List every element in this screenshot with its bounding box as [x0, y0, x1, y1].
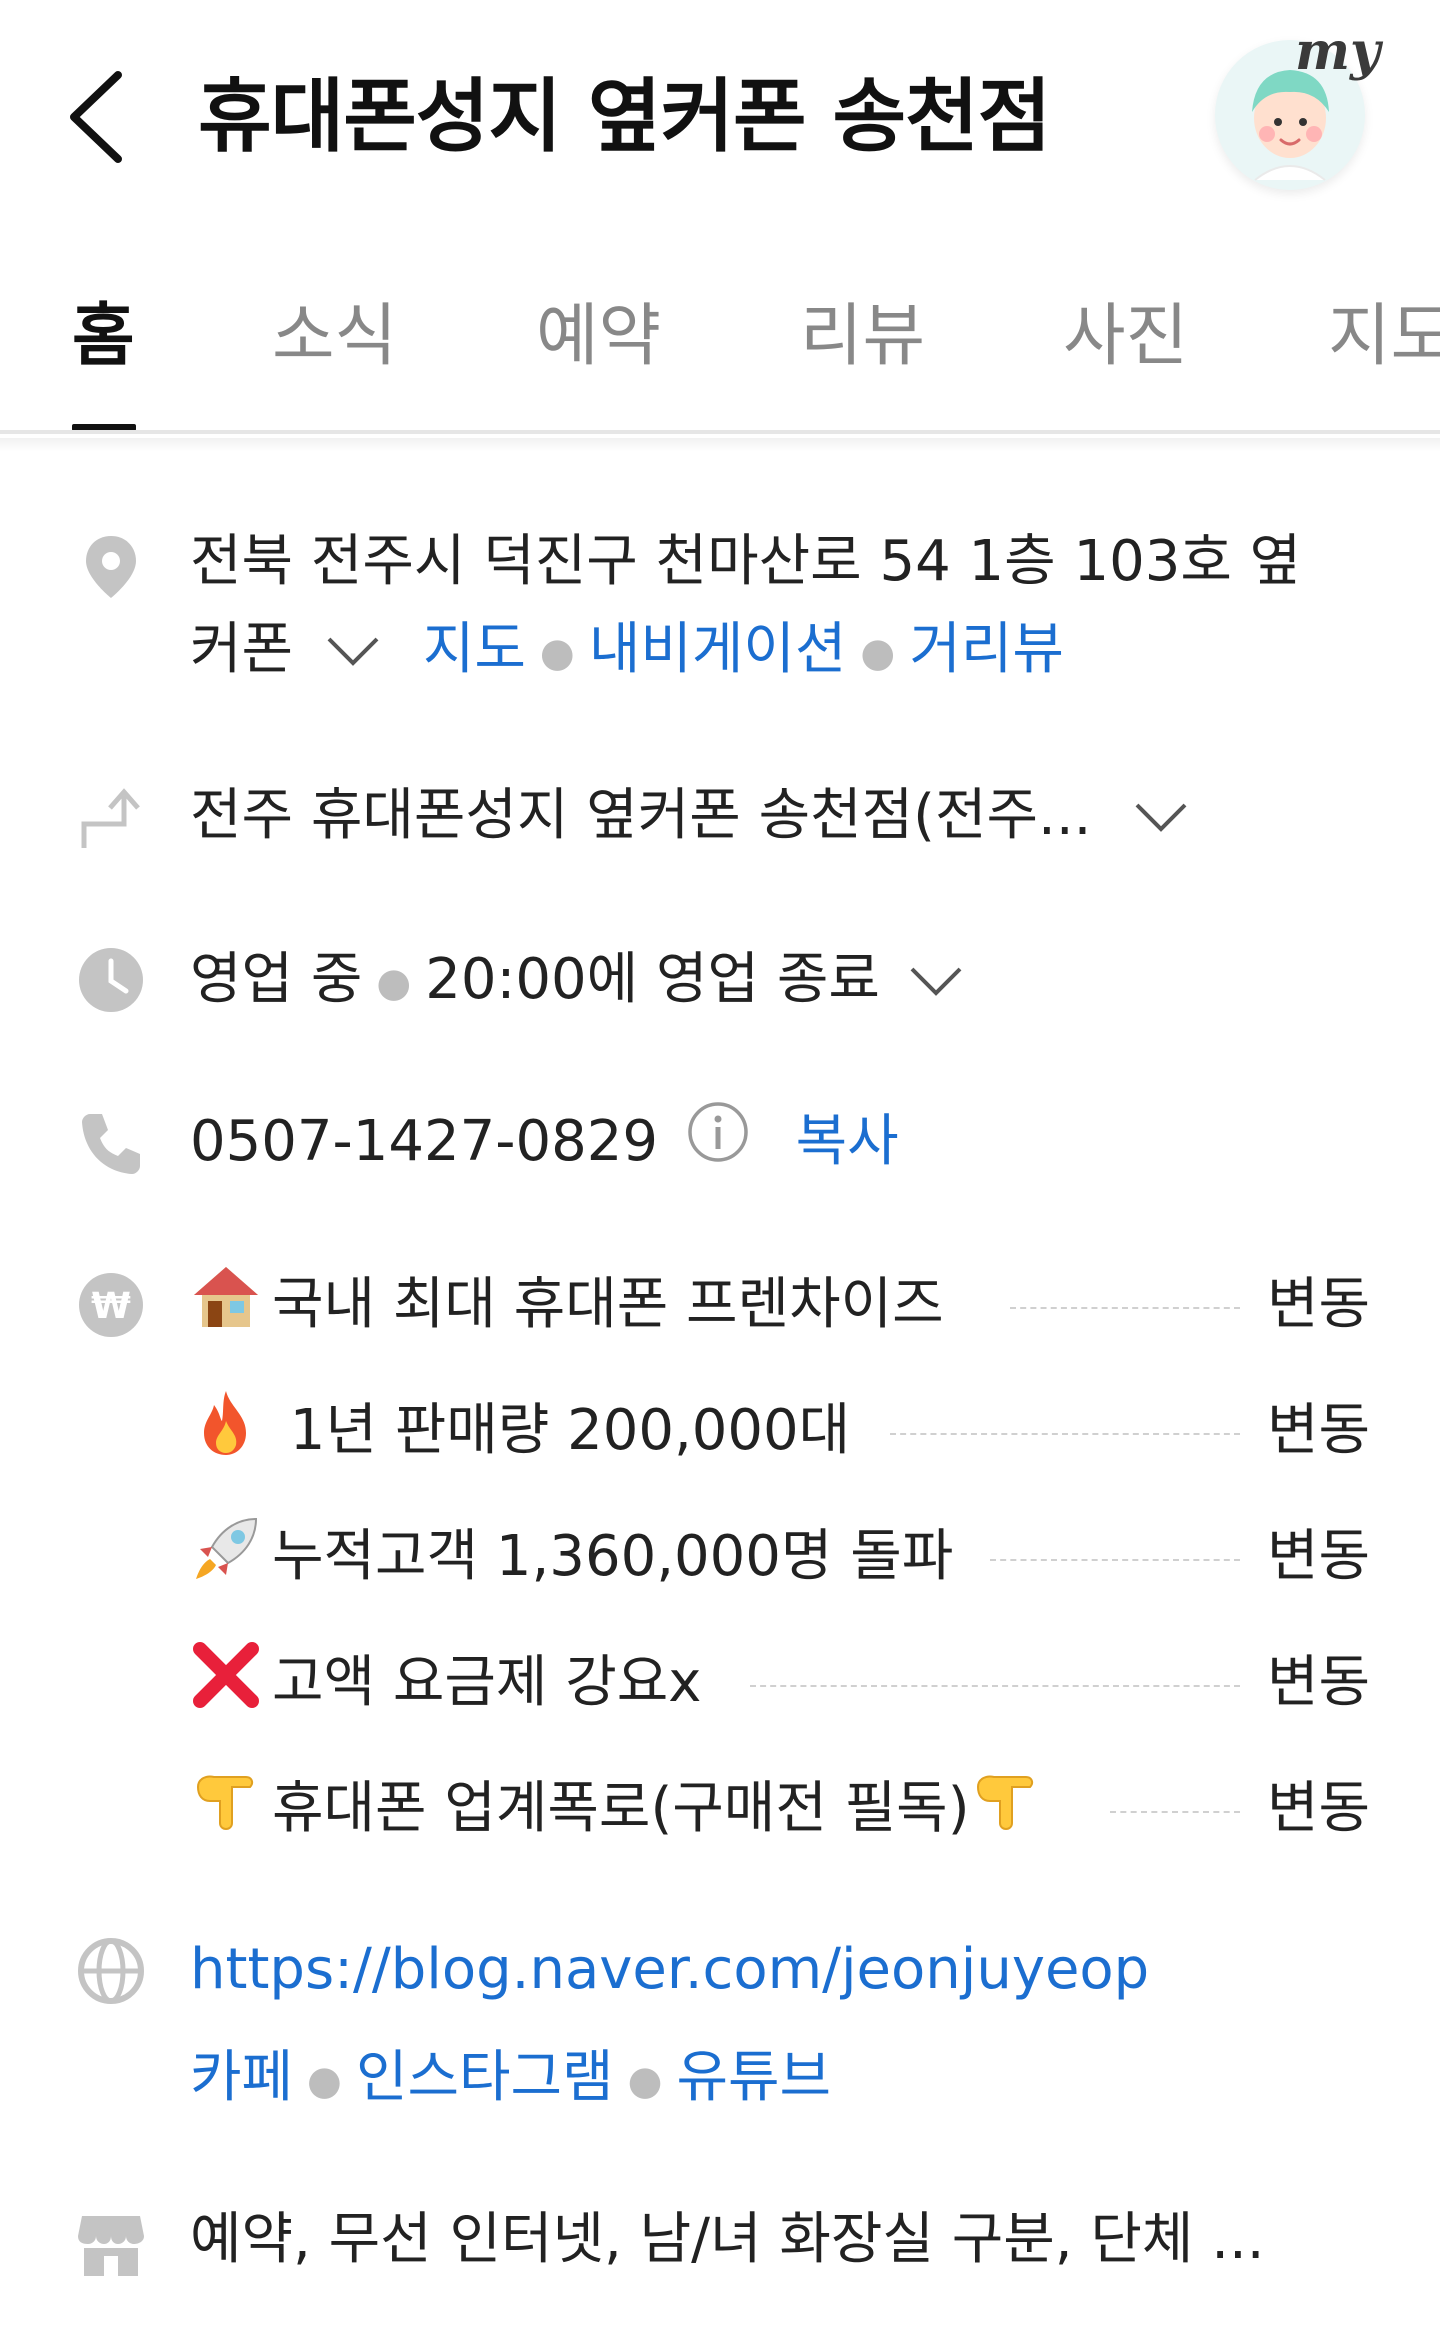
- tab-bar: 홈 소식 예약 리뷰 사진 지도: [0, 262, 1440, 434]
- navigation-link[interactable]: 내비게이션: [589, 617, 847, 682]
- price-item-name-wrap: 1년 판매량 200,000대: [190, 1386, 871, 1476]
- price-item-value: 변동: [1248, 1260, 1370, 1350]
- price-item: 휴대폰 업계폭로(구매전 필독) 변동: [190, 1764, 1370, 1854]
- price-item-name: 고액 요금제 강요x: [272, 1650, 702, 1715]
- price-item-name: 누적고객 1,360,000명 돌파: [272, 1524, 954, 1589]
- pointing-down-emoji-icon: [190, 1765, 268, 1835]
- tab-review[interactable]: 리뷰: [800, 292, 925, 382]
- dotted-leader: [890, 1433, 1240, 1435]
- price-item-name-wrap: 고액 요금제 강요x: [190, 1638, 722, 1728]
- address-line2: 커폰: [190, 617, 294, 682]
- address-line2-wrap: 커폰 지도 ● 내비게이션 ● 거리뷰: [190, 606, 1064, 697]
- price-item-value: 변동: [1248, 1512, 1370, 1602]
- blog-url-link[interactable]: https://blog.naver.com/jeonjuyeop: [190, 1926, 1149, 2014]
- price-item-value: 변동: [1248, 1638, 1370, 1728]
- back-arrow-icon: [70, 71, 122, 163]
- info-icon[interactable]: [686, 1100, 750, 1190]
- header: 휴대폰성지 옆커폰 송천점 my: [0, 0, 1440, 230]
- dotted-leader: [750, 1685, 1240, 1687]
- directions-expand-chevron-icon[interactable]: [1131, 775, 1191, 863]
- page-title: 휴대폰성지 옆커폰 송천점: [198, 70, 1051, 163]
- street-view-link[interactable]: 거리뷰: [909, 617, 1064, 682]
- phone-icon: [76, 1108, 146, 1178]
- sns-links: 카페 ● 인스타그램 ● 유튜브: [190, 2034, 831, 2125]
- directions-text-wrap: 전주 휴대폰성지 옆커폰 송천점(전주...: [190, 772, 1191, 863]
- separator-dot: ●: [860, 629, 896, 676]
- hours-expand-chevron-icon[interactable]: [906, 939, 966, 1027]
- separator-dot: ●: [307, 2057, 342, 2104]
- svg-text:₩: ₩: [91, 1286, 131, 1327]
- my-badge: my: [1295, 21, 1381, 82]
- separator-dot: ●: [627, 2057, 663, 2104]
- map-link[interactable]: 지도: [423, 617, 526, 682]
- dotted-leader: [1110, 1811, 1240, 1813]
- tab-news[interactable]: 소식: [272, 292, 397, 382]
- clock-icon: [76, 945, 146, 1015]
- youtube-link[interactable]: 유튜브: [676, 2045, 831, 2110]
- price-item-name-wrap: 누적고객 1,360,000명 돌파: [190, 1512, 974, 1602]
- cross-mark-emoji-icon: [190, 1639, 268, 1709]
- phone-text-wrap: 0507-1427-0829 복사: [190, 1098, 899, 1190]
- tab-map[interactable]: 지도: [1328, 292, 1440, 382]
- hours-text-wrap: 영업 중 ● 20:00에 영업 종료: [190, 936, 966, 1027]
- directions-arrow-icon: [76, 782, 146, 852]
- active-tab-indicator: [72, 424, 136, 430]
- instagram-link[interactable]: 인스타그램: [356, 2045, 614, 2110]
- rocket-emoji-icon: [190, 1513, 268, 1583]
- hours-detail: 20:00에 영업 종료: [425, 947, 880, 1012]
- price-item: 고액 요금제 강요x 변동: [190, 1638, 1370, 1728]
- won-currency-icon: ₩: [76, 1270, 146, 1340]
- store-icon: [76, 2208, 146, 2278]
- separator-dot: ●: [376, 959, 412, 1006]
- tab-reservation[interactable]: 예약: [536, 292, 661, 382]
- address-line1: 전북 전주시 덕진구 천마산로 54 1층 103호 옆: [190, 529, 1302, 594]
- price-item: 누적고객 1,360,000명 돌파 변동: [190, 1512, 1370, 1602]
- price-item-name: 휴대폰 업계폭로(구매전 필독): [272, 1776, 970, 1841]
- open-status: 영업 중: [190, 947, 363, 1012]
- tab-divider: [0, 438, 1440, 452]
- separator-dot: ●: [539, 629, 575, 676]
- copy-phone-button[interactable]: 복사: [796, 1109, 899, 1174]
- location-pin-icon: [76, 532, 146, 602]
- price-item-name-wrap: 휴대폰 업계폭로(구매전 필독): [190, 1764, 1072, 1854]
- address-expand-chevron-icon[interactable]: [323, 609, 383, 697]
- price-item-value: 변동: [1248, 1764, 1370, 1854]
- dotted-leader: [990, 1559, 1240, 1561]
- globe-icon: [76, 1936, 146, 2006]
- dotted-leader: [1010, 1307, 1240, 1309]
- house-emoji-icon: [190, 1261, 268, 1331]
- fire-emoji-icon: [190, 1387, 268, 1457]
- price-item-name: 국내 최대 휴대폰 프렌차이즈: [272, 1272, 944, 1337]
- pointing-down-emoji-icon: [970, 1765, 1048, 1835]
- tab-photo[interactable]: 사진: [1063, 292, 1188, 382]
- price-item-value: 변동: [1248, 1386, 1370, 1476]
- directions-text: 전주 휴대폰성지 옆커폰 송천점(전주...: [190, 783, 1092, 848]
- price-item-name-wrap: 국내 최대 휴대폰 프렌차이즈: [190, 1260, 964, 1350]
- price-item: 1년 판매량 200,000대 변동: [190, 1386, 1370, 1476]
- price-item: 국내 최대 휴대폰 프렌차이즈 변동: [190, 1260, 1370, 1350]
- amenities-text: 예약, 무선 인터넷, 남/녀 화장실 구분, 단체 ...: [190, 2207, 1265, 2272]
- tab-home[interactable]: 홈: [72, 292, 135, 382]
- phone-number[interactable]: 0507-1427-0829: [190, 1109, 658, 1174]
- cafe-link[interactable]: 카페: [190, 2045, 293, 2110]
- price-item-name: 1년 판매량 200,000대: [272, 1398, 851, 1463]
- back-button[interactable]: [60, 62, 140, 172]
